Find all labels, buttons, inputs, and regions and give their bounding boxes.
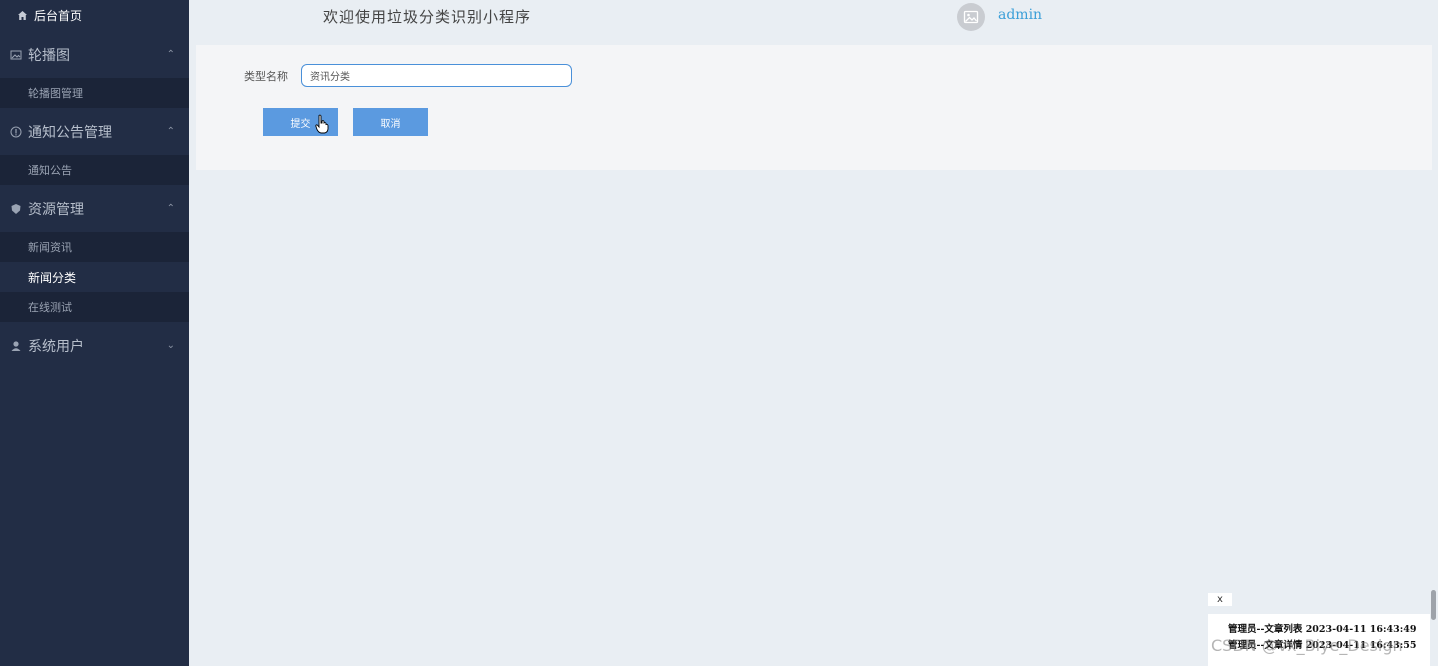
menu-head-notice[interactable]: 通知公告管理 ⌃ (0, 108, 189, 155)
sidebar-item-notice[interactable]: 通知公告 (0, 155, 189, 185)
menu-head-label: 通知公告管理 (28, 124, 112, 141)
user-icon (10, 340, 22, 352)
sidebar-item-carousel-manage[interactable]: 轮播图管理 (0, 78, 189, 108)
image-icon (963, 10, 979, 24)
chevron-down-icon: ⌄ (166, 340, 175, 351)
category-name-input[interactable] (301, 64, 572, 87)
info-icon (10, 126, 22, 138)
shield-icon (10, 203, 22, 215)
sidebar-home[interactable]: 后台首页 (0, 0, 189, 31)
sidebar-item-online-test[interactable]: 在线测试 (0, 292, 189, 322)
field-label: 类型名称 (244, 70, 288, 83)
home-icon (16, 10, 28, 22)
username[interactable]: admin (998, 7, 1042, 23)
image-icon (10, 49, 22, 61)
sidebar: 后台首页 轮播图 ⌃ 轮播图管理 通知公告管理 ⌃ 通知公告 资源管理 ⌃ 新闻… (0, 0, 189, 666)
menu-group-carousel: 轮播图 ⌃ 轮播图管理 (0, 31, 189, 108)
watermark: CSDN @vx_Biye_Design (1211, 636, 1403, 655)
page-title: 欢迎使用垃圾分类识别小程序 (323, 8, 532, 26)
chevron-up-icon: ⌃ (166, 126, 175, 137)
menu-head-label: 轮播图 (28, 47, 70, 64)
menu-group-notice: 通知公告管理 ⌃ 通知公告 (0, 108, 189, 185)
menu-group-resources: 资源管理 ⌃ 新闻资讯 新闻分类 在线测试 (0, 185, 189, 322)
notice-close-button[interactable]: x (1208, 593, 1232, 606)
avatar[interactable] (957, 3, 985, 31)
sidebar-item-news-category[interactable]: 新闻分类 (0, 262, 189, 292)
menu-head-label: 资源管理 (28, 201, 84, 218)
menu-head-carousel[interactable]: 轮播图 ⌃ (0, 31, 189, 78)
menu-head-label: 系统用户 (28, 338, 84, 355)
chevron-up-icon: ⌃ (166, 49, 175, 60)
scrollbar-thumb[interactable] (1431, 590, 1436, 620)
sidebar-item-news[interactable]: 新闻资讯 (0, 232, 189, 262)
cancel-button[interactable]: 取消 (353, 108, 428, 136)
sidebar-home-label: 后台首页 (34, 9, 83, 23)
menu-group-users: 系统用户 ⌄ (0, 322, 189, 369)
chevron-up-icon: ⌃ (166, 203, 175, 214)
menu-head-users[interactable]: 系统用户 ⌄ (0, 322, 189, 369)
menu-head-resources[interactable]: 资源管理 ⌃ (0, 185, 189, 232)
hand-cursor-icon (315, 114, 329, 137)
